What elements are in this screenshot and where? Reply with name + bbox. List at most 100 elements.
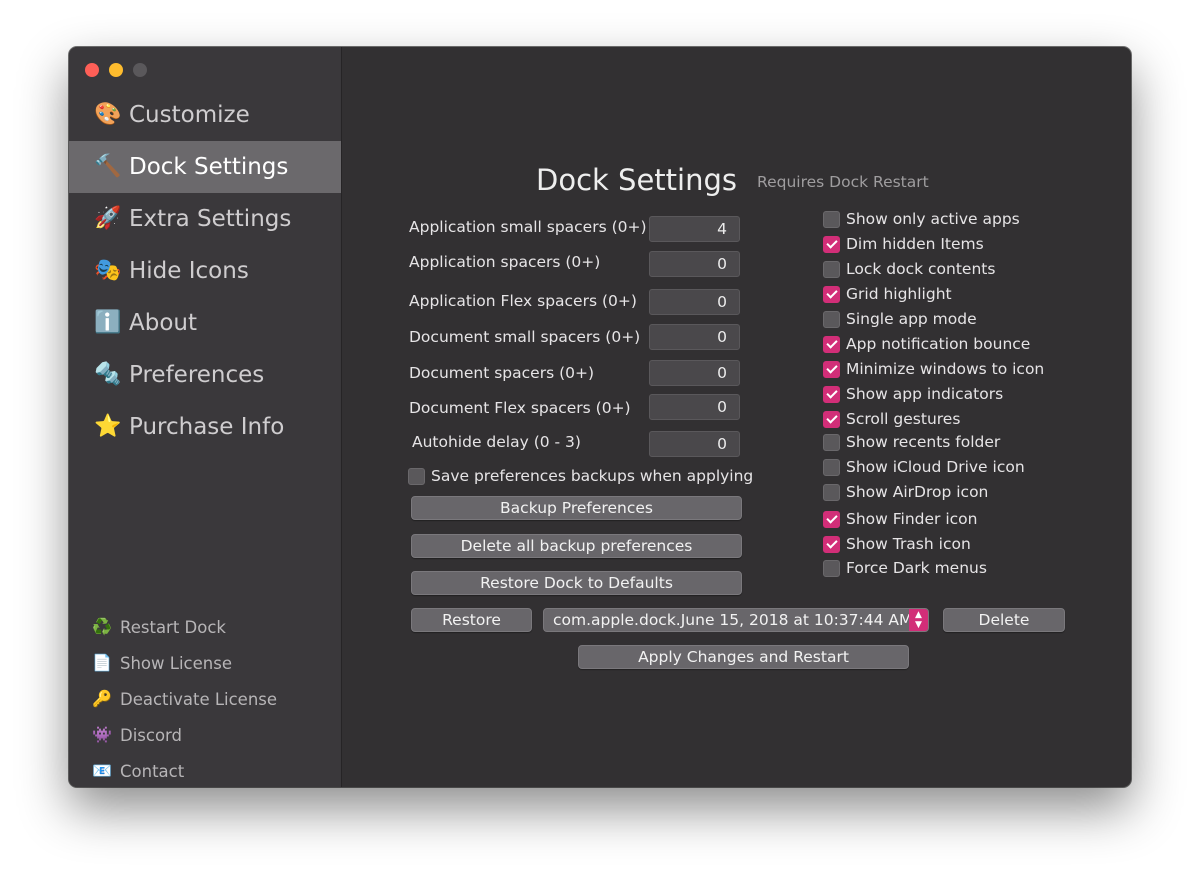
dock-option-label: Show iCloud Drive icon <box>846 458 1025 476</box>
checkbox-checked[interactable] <box>823 510 840 528</box>
app-window: 🎨 Customize 🔨 Dock Settings 🚀 Extra Sett… <box>69 47 1131 787</box>
doc-small-spacers-label: Document small spacers (0+) <box>409 328 641 346</box>
app-flex-spacers-label: Application Flex spacers (0+) <box>409 292 637 310</box>
dock-option-item[interactable]: Show only active apps <box>823 210 1020 228</box>
restart-dock-link[interactable]: ♻️ Restart Dock <box>91 614 226 640</box>
sidebar-item-about[interactable]: ℹ️ About <box>69 297 341 349</box>
sidebar-item-label: Preferences <box>129 362 265 388</box>
apply-changes-restart-button[interactable]: Apply Changes and Restart <box>578 645 909 669</box>
deactivate-license-label: Deactivate License <box>120 689 278 709</box>
sidebar-item-hide-icons[interactable]: 🎭 Hide Icons <box>69 245 341 297</box>
minimize-window-button[interactable] <box>109 63 123 77</box>
sidebar-item-label: Dock Settings <box>129 154 289 180</box>
checkbox-checked[interactable] <box>823 285 840 303</box>
sidebar-item-customize[interactable]: 🎨 Customize <box>69 89 341 141</box>
doc-flex-spacers-input[interactable]: 0 <box>649 394 740 420</box>
doc-spacers-label: Document spacers (0+) <box>409 364 595 382</box>
dock-option-item[interactable]: Lock dock contents <box>823 260 995 278</box>
dock-option-item[interactable]: Scroll gestures <box>823 410 960 428</box>
app-flex-spacers-input[interactable]: 0 <box>649 289 740 315</box>
checkbox-checked[interactable] <box>823 335 840 353</box>
close-window-button[interactable] <box>85 63 99 77</box>
dock-option-label: Show only active apps <box>846 210 1020 228</box>
dock-option-label: App notification bounce <box>846 335 1031 353</box>
dock-option-label: Single app mode <box>846 310 977 328</box>
doc-spacers-input[interactable]: 0 <box>649 360 740 386</box>
checkbox-unchecked[interactable] <box>823 310 840 328</box>
deactivate-license-link[interactable]: 🔑 Deactivate License <box>91 686 277 712</box>
dock-option-item[interactable]: Force Dark menus <box>823 559 987 577</box>
bolt-icon: 🔩 <box>94 362 122 387</box>
restore-button[interactable]: Restore <box>411 608 532 632</box>
restart-dock-label: Restart Dock <box>120 617 226 637</box>
checkbox-checked[interactable] <box>823 360 840 378</box>
sidebar-item-label: Purchase Info <box>129 414 285 440</box>
checkbox-checked[interactable] <box>823 410 840 428</box>
dock-option-item[interactable]: Single app mode <box>823 310 977 328</box>
dock-option-label: Force Dark menus <box>846 559 987 577</box>
backup-select[interactable]: com.apple.dock.June 15, 2018 at 10:37:44… <box>543 608 929 632</box>
delete-all-backups-button[interactable]: Delete all backup preferences <box>411 534 742 558</box>
dock-option-item[interactable]: Show recents folder <box>823 433 1000 451</box>
document-icon: 📄 <box>92 653 112 672</box>
dock-option-label: Scroll gestures <box>846 410 961 428</box>
page-title: Dock Settings <box>536 163 737 197</box>
contact-link[interactable]: 📧 Contact <box>91 758 184 784</box>
alien-icon: 👾 <box>92 725 112 744</box>
save-backups-option[interactable]: Save preferences backups when applying <box>408 467 753 485</box>
sidebar: 🎨 Customize 🔨 Dock Settings 🚀 Extra Sett… <box>69 47 342 787</box>
checkbox-unchecked[interactable] <box>823 210 840 228</box>
show-license-link[interactable]: 📄 Show License <box>91 650 232 676</box>
dock-option-item[interactable]: Show AirDrop icon <box>823 483 988 501</box>
checkbox-unchecked[interactable] <box>823 559 840 577</box>
sidebar-item-label: Hide Icons <box>129 258 249 284</box>
discord-link[interactable]: 👾 Discord <box>91 722 182 748</box>
autohide-delay-label: Autohide delay (0 - 3) <box>412 433 581 451</box>
dock-option-label: Lock dock contents <box>846 260 996 278</box>
backup-preferences-button[interactable]: Backup Preferences <box>411 496 742 520</box>
sidebar-item-preferences[interactable]: 🔩 Preferences <box>69 349 341 401</box>
checkbox-checked[interactable] <box>823 385 840 403</box>
delete-backup-button[interactable]: Delete <box>943 608 1065 632</box>
doc-small-spacers-input[interactable]: 0 <box>649 324 740 350</box>
dock-option-item[interactable]: Show app indicators <box>823 385 1003 403</box>
checkbox-checked[interactable] <box>823 535 840 553</box>
sidebar-item-label: Customize <box>129 102 250 128</box>
zoom-window-button[interactable] <box>133 63 147 77</box>
app-spacers-input[interactable]: 0 <box>649 251 740 277</box>
dock-option-label: Show app indicators <box>846 385 1004 403</box>
dock-option-item[interactable]: Show iCloud Drive icon <box>823 458 1025 476</box>
popup-chevrons-icon: ▲ ▼ <box>909 609 928 631</box>
app-small-spacers-input[interactable]: 4 <box>649 216 740 242</box>
dock-option-label: Grid highlight <box>846 285 952 303</box>
email-icon: 📧 <box>92 761 112 780</box>
sidebar-item-extra-settings[interactable]: 🚀 Extra Settings <box>69 193 341 245</box>
dock-option-item[interactable]: Show Finder icon <box>823 510 977 528</box>
autohide-delay-input[interactable]: 0 <box>649 431 740 457</box>
show-license-label: Show License <box>120 653 232 673</box>
star-icon: ⭐ <box>94 414 122 439</box>
sidebar-item-label: About <box>129 310 198 336</box>
palette-icon: 🎨 <box>94 102 122 127</box>
dock-option-item[interactable]: Grid highlight <box>823 285 952 303</box>
dock-option-item[interactable]: Dim hidden Items <box>823 235 984 253</box>
checkbox-unchecked[interactable] <box>823 483 840 501</box>
dock-option-item[interactable]: Minimize windows to icon <box>823 360 1044 378</box>
sidebar-item-purchase-info[interactable]: ⭐ Purchase Info <box>69 401 341 453</box>
dock-option-item[interactable]: App notification bounce <box>823 335 1030 353</box>
masks-icon: 🎭 <box>94 258 122 283</box>
checkbox-unchecked[interactable] <box>823 433 840 451</box>
contact-label: Contact <box>120 761 185 781</box>
app-small-spacers-label: Application small spacers (0+) <box>409 218 647 236</box>
save-backups-checkbox[interactable] <box>408 467 425 485</box>
checkbox-unchecked[interactable] <box>823 458 840 476</box>
recycle-icon: ♻️ <box>92 617 112 636</box>
dock-option-label: Show Finder icon <box>846 510 978 528</box>
dock-option-label: Show recents folder <box>846 433 1001 451</box>
sidebar-item-dock-settings[interactable]: 🔨 Dock Settings <box>69 141 341 193</box>
restore-defaults-button[interactable]: Restore Dock to Defaults <box>411 571 742 595</box>
checkbox-unchecked[interactable] <box>823 260 840 278</box>
checkbox-checked[interactable] <box>823 235 840 253</box>
dock-option-item[interactable]: Show Trash icon <box>823 535 971 553</box>
dock-option-label: Show AirDrop icon <box>846 483 989 501</box>
